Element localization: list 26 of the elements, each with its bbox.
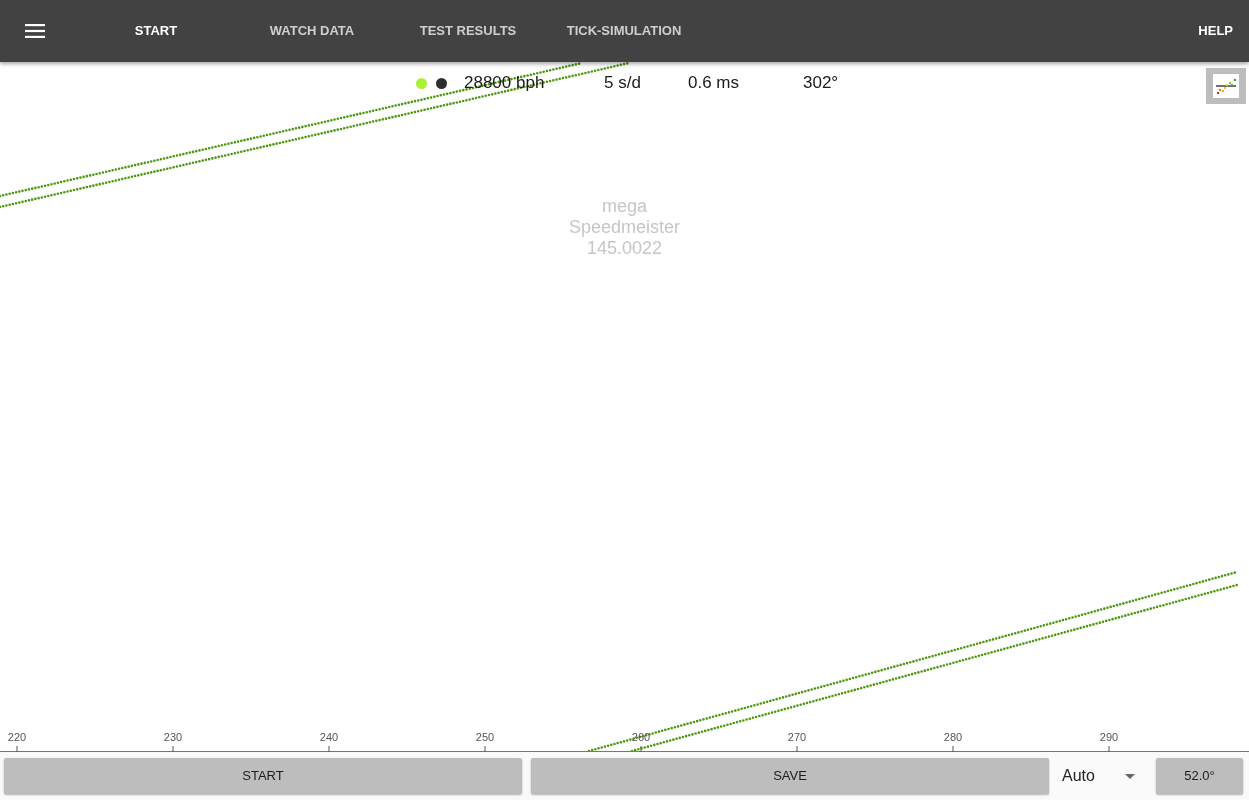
- axis-tick-label: 250: [475, 731, 495, 743]
- nav-tab[interactable]: TICK-SIMULATION: [546, 0, 702, 62]
- start-button[interactable]: START: [4, 758, 522, 794]
- lift-angle-button[interactable]: 52.0°: [1156, 758, 1243, 794]
- axis-tick-label: 290: [1099, 731, 1119, 743]
- watch-info-text: 145.0022: [586, 238, 663, 259]
- help-link[interactable]: HELP: [1198, 21, 1233, 41]
- axis-tick-label: 220: [7, 731, 27, 743]
- reading-value: 302°: [803, 73, 839, 93]
- axis-tick-label: 230: [163, 731, 183, 743]
- save-button[interactable]: SAVE: [531, 758, 1049, 794]
- scatter-plot-icon: [1213, 74, 1239, 98]
- watch-info-text: mega: [602, 196, 647, 217]
- watch-info-text: Speedmeister: [568, 217, 681, 238]
- nav-tab[interactable]: WATCH DATA: [234, 0, 390, 62]
- chart-view-button[interactable]: [1206, 68, 1246, 104]
- axis-tick-label: 240: [319, 731, 339, 743]
- axis-tick-label: 270: [787, 731, 807, 743]
- reading-value: 5 s/d: [604, 73, 641, 93]
- reading-value: 0.6 ms: [688, 73, 740, 93]
- menu-icon: [25, 24, 45, 38]
- nav-tab[interactable]: TEST RESULTS: [390, 0, 546, 62]
- nav-tab[interactable]: START: [78, 0, 234, 62]
- caret-icon: [1125, 773, 1135, 779]
- mode-dropdown[interactable]: Auto: [1057, 758, 1149, 794]
- axis-tick-label: 280: [943, 731, 963, 743]
